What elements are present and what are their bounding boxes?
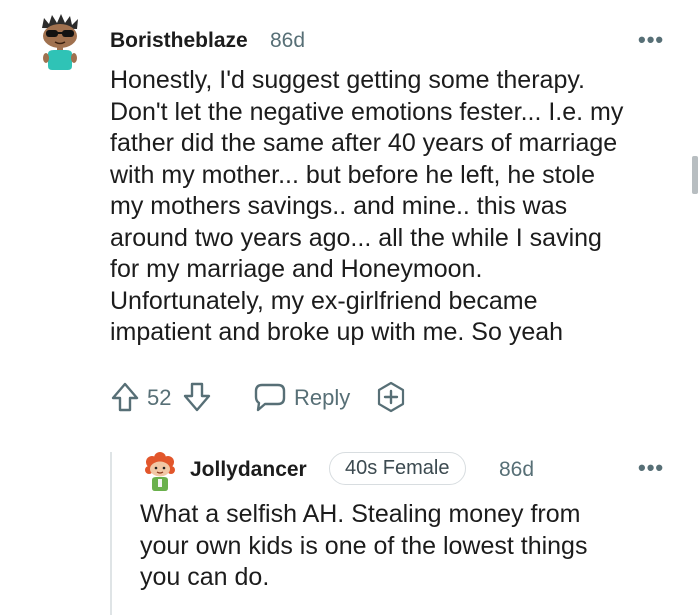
comment-line: around two years ago... all the while I … bbox=[110, 223, 602, 252]
comment-line: Unfortunately, my ex-girlfriend became bbox=[110, 286, 538, 315]
comment-timestamp: 86d bbox=[270, 29, 306, 52]
reply-author[interactable]: Jollydancer bbox=[190, 458, 307, 482]
comment-body: Honestly, I'd suggest getting some thera… bbox=[110, 65, 680, 349]
reply-line: What a selfish AH. Stealing money from bbox=[140, 500, 581, 528]
upvote-arrow-icon bbox=[111, 382, 139, 412]
comment-line: for my marriage and Honeymoon. bbox=[110, 255, 483, 283]
snoo-avatar-icon bbox=[145, 452, 175, 491]
reply-line: you can do. bbox=[140, 563, 270, 591]
user-flair-badge: 40s Female bbox=[329, 452, 466, 485]
comment-line: father did the same after 40 years of ma… bbox=[110, 129, 618, 157]
award-button[interactable] bbox=[374, 380, 408, 414]
comment-line: Don't let the negative emotions fester..… bbox=[110, 97, 624, 126]
comment-line: with my mother... but before he left, he… bbox=[110, 160, 595, 189]
upvote-button[interactable] bbox=[110, 381, 140, 413]
reply-avatar[interactable] bbox=[144, 452, 176, 492]
scrollbar-thumb[interactable] bbox=[692, 156, 698, 194]
thread-line[interactable] bbox=[110, 452, 112, 615]
comment-author[interactable]: Boristheblaze bbox=[110, 29, 248, 53]
more-options-icon[interactable]: ••• bbox=[638, 455, 664, 481]
downvote-arrow-icon bbox=[183, 382, 211, 412]
snoo-avatar-icon bbox=[42, 14, 78, 70]
more-options-icon[interactable]: ••• bbox=[638, 27, 664, 53]
reply-timestamp: 86d bbox=[499, 458, 535, 481]
reply-button[interactable]: Reply bbox=[254, 381, 354, 413]
downvote-button[interactable] bbox=[182, 381, 212, 413]
avatar[interactable] bbox=[36, 14, 84, 72]
comment-line: impatient and broke up with me. So yeah bbox=[110, 318, 564, 346]
plus-circle-icon bbox=[377, 381, 405, 413]
vote-count: 52 bbox=[147, 385, 172, 410]
comment-line: Honestly, I'd suggest getting some thera… bbox=[110, 66, 585, 94]
reply-body: What a selfish AH. Stealing money from y… bbox=[140, 499, 680, 594]
reply-label: Reply bbox=[294, 385, 351, 410]
comment-line: my mothers savings.. and mine.. this was bbox=[110, 192, 568, 220]
speech-bubble-icon bbox=[254, 383, 286, 412]
reply-line: your own kids is one of the lowest thing… bbox=[140, 531, 588, 560]
